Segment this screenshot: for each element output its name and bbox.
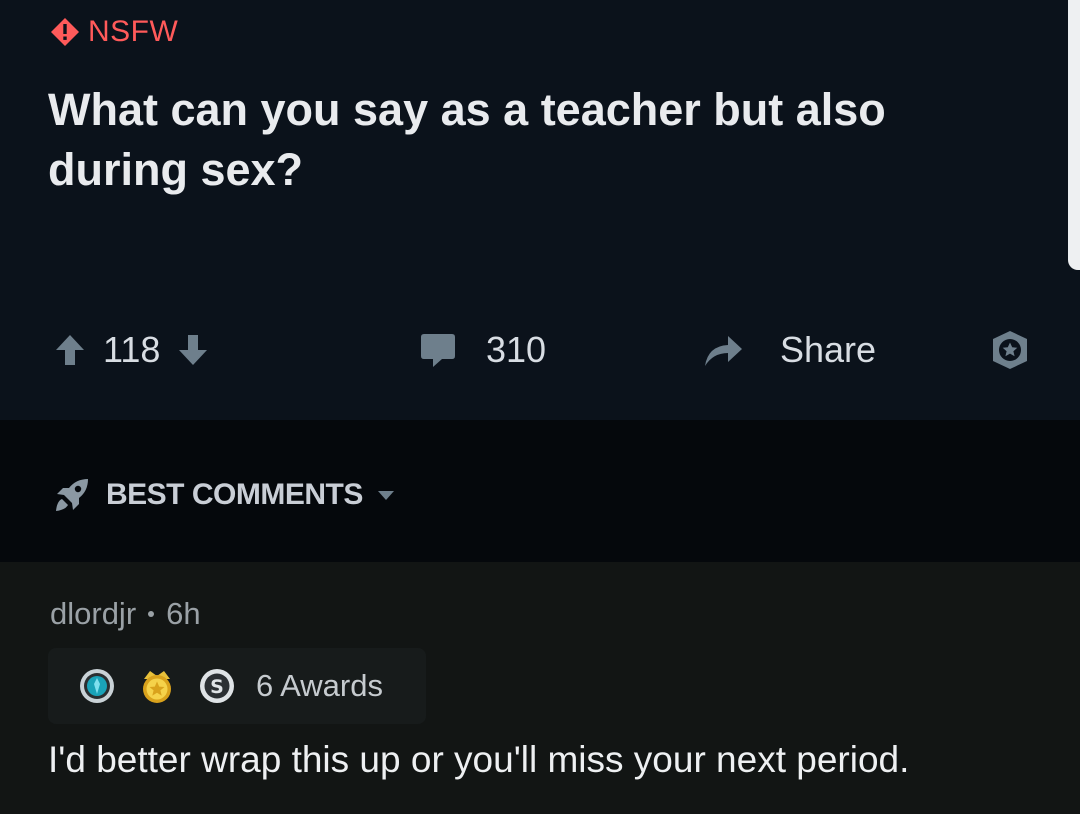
- sort-label: BEST COMMENTS: [106, 478, 363, 511]
- meta-separator: [148, 611, 155, 617]
- post-action-bar: 118 310 Share: [0, 320, 1080, 380]
- rocket-icon: [56, 479, 88, 511]
- share-arrow-icon: [705, 336, 742, 366]
- nsfw-diamond-icon: [51, 18, 79, 46]
- nsfw-tag: NSFW: [50, 14, 178, 50]
- post-card: NSFW What can you say as a teacher but a…: [0, 0, 1080, 420]
- comment-author[interactable]: dlordjr: [50, 592, 136, 636]
- save-badge-icon: [993, 331, 1027, 369]
- upvote-arrow-icon[interactable]: [55, 333, 85, 367]
- share-label: Share: [780, 329, 877, 370]
- nsfw-label: NSFW: [88, 15, 179, 48]
- comment-age: 6h: [166, 596, 201, 631]
- platinum-award-icon: [80, 669, 114, 703]
- share-button[interactable]: Share: [702, 320, 876, 380]
- gold-award-icon: [143, 671, 171, 703]
- comment-count: 310: [486, 329, 547, 370]
- svg-text:S: S: [210, 676, 224, 698]
- reddit-screen: NSFW What can you say as a teacher but a…: [0, 0, 1080, 814]
- comment-sort-selector[interactable]: BEST COMMENTS: [52, 470, 395, 520]
- comment-body: I'd better wrap this up or you'll miss y…: [48, 739, 910, 780]
- vote-score: 118: [103, 329, 161, 370]
- post-title[interactable]: What can you say as a teacher but also d…: [48, 80, 1028, 200]
- awards-strip[interactable]: S 6 Awards: [48, 648, 426, 724]
- silver-award-icon: S: [200, 669, 234, 703]
- chevron-down-icon: [377, 491, 394, 500]
- save-button[interactable]: [988, 320, 1032, 380]
- comment-meta: dlordjr 6h: [50, 592, 201, 636]
- vote-control: 118: [55, 320, 208, 380]
- awards-count: 6 Awards: [256, 668, 383, 703]
- downvote-arrow-icon[interactable]: [178, 333, 208, 367]
- comments-button[interactable]: 310: [418, 320, 546, 380]
- comment-bubble-icon: [421, 334, 455, 367]
- scrollbar-thumb[interactable]: [1068, 0, 1080, 270]
